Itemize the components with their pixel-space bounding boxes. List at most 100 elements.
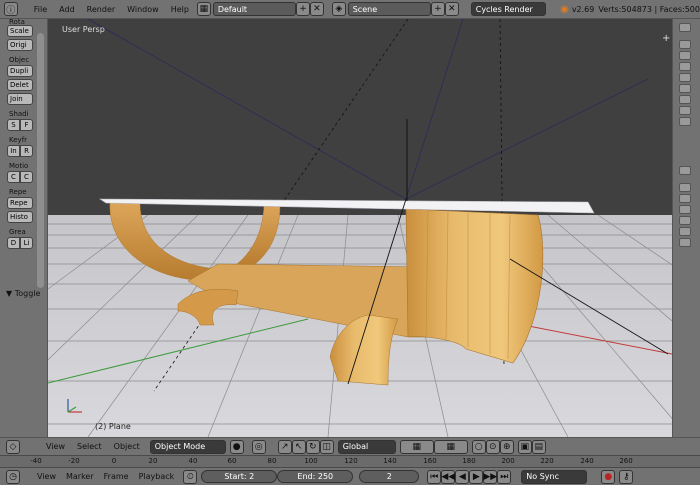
keying-set-icon[interactable]: ⚷ [619,469,634,484]
menu-marker[interactable]: Marker [61,472,99,481]
start-frame-field[interactable]: Start: 2 [201,470,278,483]
current-frame-field[interactable]: 2 [359,470,420,483]
menu-file[interactable]: File [28,5,53,14]
outliner-row-icon[interactable] [679,95,691,104]
view-mode-label: User Persp [62,25,105,34]
play-reverse-icon[interactable]: ◀ [455,469,470,484]
menu-view[interactable]: View [40,442,71,451]
frame-ruler[interactable]: -40 -20 0 20 40 60 80 100 120 140 160 18… [0,455,700,467]
insert-keyframe-button[interactable]: In [7,145,20,157]
menu-view[interactable]: View [32,472,61,481]
outliner-row-icon[interactable] [679,51,691,60]
menu-object[interactable]: Object [108,442,146,451]
outliner-row-icon[interactable] [679,117,691,126]
render-engine-select[interactable]: Cycles Render [470,2,547,16]
properties-tab-icon[interactable] [679,194,691,203]
play-icon[interactable]: ▶ [469,469,484,484]
remove-keyframe-button[interactable]: R [20,145,33,157]
grease-line-button[interactable]: Li [20,237,33,249]
remove-layout-icon[interactable]: ✕ [309,2,324,16]
shade-flat-button[interactable]: F [20,119,33,131]
motion-clear-button[interactable]: C [20,171,33,183]
screen-layout-icon[interactable]: ▦ [196,2,211,16]
origin-button[interactable]: Origi [7,39,33,51]
3d-viewport[interactable]: + User Persp (2) Plane [48,19,672,437]
menu-help[interactable]: Help [165,5,195,14]
properties-tab-icon[interactable] [679,238,691,247]
properties-tab-icon[interactable] [679,183,691,192]
add-layout-icon[interactable]: + [296,2,310,16]
jump-keyframe-forward-icon[interactable]: ▶▶ [483,469,498,484]
properties-type-icon[interactable] [679,166,691,175]
scene-icon[interactable]: ◈ [331,2,346,16]
add-scene-icon[interactable]: + [430,2,445,16]
menu-add[interactable]: Add [53,5,81,14]
jump-start-icon[interactable]: ⏮ [427,469,442,484]
ruler-tick: -20 [68,457,80,465]
menu-window[interactable]: Window [121,5,165,14]
scale-icon[interactable]: ◫ [319,439,334,454]
layers-icon[interactable]: ▦ [433,439,468,454]
ruler-tick: 160 [423,457,437,465]
properties-tab-icon[interactable] [679,227,691,236]
info-header: ⓘ File Add Render Window Help ▦ Default … [0,0,700,19]
rotate-icon[interactable]: ↻ [305,439,320,454]
ruler-tick: 100 [304,457,318,465]
screen-layout-field[interactable]: Default [212,2,297,16]
editor-type-3d-icon[interactable]: ◇ [6,439,20,454]
scale-button[interactable]: Scale [7,25,33,37]
outliner-row-icon[interactable] [679,62,691,71]
outliner-strip [672,19,700,437]
scene-field[interactable]: Scene [347,2,431,16]
version-label: v2.69 [571,4,595,14]
tool-shelf-scrollbar[interactable] [37,33,44,288]
shade-smooth-button[interactable]: S [7,119,20,131]
translate-icon[interactable]: ↖ [291,439,306,454]
delete-button[interactable]: Delet [7,79,33,91]
toggle-panel-header[interactable]: ▼ Toggle [0,289,48,301]
manipulator-icon[interactable]: ↗ [277,439,292,454]
duplicate-button[interactable]: Dupli [7,65,33,77]
menu-select[interactable]: Select [71,442,108,451]
snap-icon[interactable]: ⊙ [485,439,500,454]
menu-frame[interactable]: Frame [99,472,134,481]
pivot-point-icon[interactable]: ◎ [251,439,266,454]
viewport-shading-icon[interactable]: ● [229,439,244,454]
toggle-label: Toggle [14,289,41,298]
menu-render[interactable]: Render [81,5,121,14]
scene-stats: Verts:504873 | Faces:500 [598,4,700,14]
grease-draw-button[interactable]: D [7,237,20,249]
outliner-row-icon[interactable] [679,106,691,115]
ruler-tick: 20 [148,457,158,465]
menu-playback[interactable]: Playback [134,472,180,481]
snap-element-icon[interactable]: ⊕ [499,439,514,454]
jump-keyframe-back-icon[interactable]: ◀◀ [441,469,456,484]
record-icon[interactable]: ● [601,469,616,484]
outliner-row-icon[interactable] [679,84,691,93]
preview-range-icon[interactable]: ⏲ [183,469,198,484]
sync-mode-select[interactable]: No Sync [521,469,588,484]
outliner-row-icon[interactable] [679,40,691,49]
motion-calculate-button[interactable]: C [7,171,20,183]
properties-tab-icon[interactable] [679,216,691,225]
render-icon[interactable]: ▣ [517,439,532,454]
ruler-tick: 120 [344,457,358,465]
jump-end-icon[interactable]: ⏭ [497,469,512,484]
outliner-row-icon[interactable] [679,73,691,82]
join-button[interactable]: Join [7,93,33,105]
properties-tab-icon[interactable] [679,205,691,214]
remove-scene-icon[interactable]: ✕ [444,2,459,16]
object-mode-select[interactable]: Object Mode [149,439,226,454]
render-animation-icon[interactable]: ▤ [531,439,546,454]
repeat-button[interactable]: Repe [7,197,33,209]
active-object-label: (2) Plane [95,422,131,431]
layers-icon[interactable]: ▦ [399,439,434,454]
history-button[interactable]: Histo [7,211,33,223]
transform-orientation-select[interactable]: Global [337,439,396,454]
editor-type-timeline-icon[interactable]: ◷ [6,469,20,484]
viewport-plus-icon: + [662,33,670,44]
end-frame-field[interactable]: End: 250 [277,470,354,483]
proportional-edit-icon[interactable]: ○ [471,439,486,454]
editor-type-icon[interactable]: ⓘ [4,2,18,16]
outliner-type-icon[interactable] [679,23,691,32]
